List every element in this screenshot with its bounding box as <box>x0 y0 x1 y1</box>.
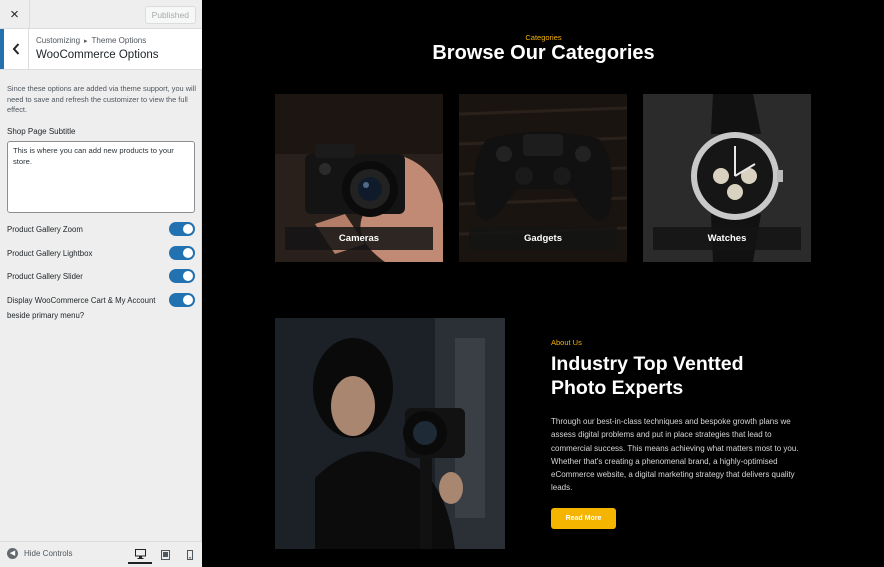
category-label: Cameras <box>285 227 433 250</box>
section-header: Customizing ▸ Theme Options WooCommerce Op… <box>0 29 202 70</box>
category-label: Gadgets <box>469 227 617 250</box>
toggle-knob <box>183 224 193 234</box>
gallery-slider-toggle[interactable] <box>169 269 195 283</box>
categories-heading: Browse Our Categories <box>432 42 655 64</box>
customizer-footer: ◀ Hide Controls <box>0 541 202 567</box>
breadcrumb-item: Theme Options <box>91 36 147 45</box>
toggle-label: Product Gallery Slider <box>7 272 83 281</box>
customizer-top-bar: × Published <box>0 0 202 29</box>
close-customizer-button[interactable]: × <box>0 0 30 28</box>
category-label: Watches <box>653 227 801 250</box>
categories-eyebrow: Categories <box>525 33 562 42</box>
hide-controls-label: Hide Controls <box>24 549 73 558</box>
toggle-knob <box>183 248 193 258</box>
category-card-cameras[interactable]: Cameras <box>275 94 443 262</box>
category-card-gadgets[interactable]: Gadgets <box>459 94 627 262</box>
chevron-left-icon <box>12 43 20 55</box>
shop-subtitle-textarea[interactable]: This is where you can add new products t… <box>7 141 195 213</box>
read-more-button[interactable]: Read More <box>551 508 616 529</box>
shop-subtitle-label: Shop Page Subtitle <box>7 127 76 136</box>
site-preview: Categories Browse Our Categories Cameras <box>203 0 884 567</box>
photographer-photo <box>275 318 505 549</box>
mobile-icon <box>187 550 193 560</box>
customizer-sidebar: × Published Customizing ▸ Theme Options Wo… <box>0 0 202 567</box>
about-title: Industry Top Ventted Photo Experts <box>551 353 744 399</box>
breadcrumb-separator: ▸ <box>84 38 88 45</box>
cart-account-toggle[interactable] <box>169 293 195 307</box>
gallery-lightbox-toggle[interactable] <box>169 246 195 260</box>
toggle-label: Product Gallery Zoom <box>7 225 83 234</box>
back-button[interactable] <box>0 29 29 69</box>
toggle-label: Display WooCommerce Cart & My Account be… <box>7 296 156 320</box>
preview-mobile-button[interactable] <box>178 546 202 564</box>
section-title: WooCommerce Options <box>36 49 159 61</box>
hide-controls-button[interactable]: ◀ Hide Controls <box>7 548 72 559</box>
collapse-icon: ◀ <box>7 548 18 559</box>
preview-desktop-button[interactable] <box>128 546 152 564</box>
about-body: Through our best-in-class techniques and… <box>551 417 799 493</box>
tablet-icon <box>160 550 170 560</box>
publish-button[interactable]: Published <box>144 6 196 24</box>
preview-tablet-button[interactable] <box>153 546 177 564</box>
toggle-knob <box>183 271 193 281</box>
gallery-zoom-toggle[interactable] <box>169 222 195 236</box>
toggle-label: Product Gallery Lightbox <box>7 249 93 258</box>
breadcrumb: Customizing ▸ Theme Options <box>36 36 146 45</box>
toggle-knob <box>183 295 193 305</box>
category-card-watches[interactable]: Watches <box>643 94 811 262</box>
breadcrumb-item: Customizing <box>36 36 81 45</box>
close-icon: × <box>10 5 19 23</box>
about-eyebrow: About Us <box>551 338 582 347</box>
desktop-icon <box>134 549 146 559</box>
about-photo <box>275 318 505 549</box>
section-description: Since these options are added via theme … <box>7 84 196 114</box>
